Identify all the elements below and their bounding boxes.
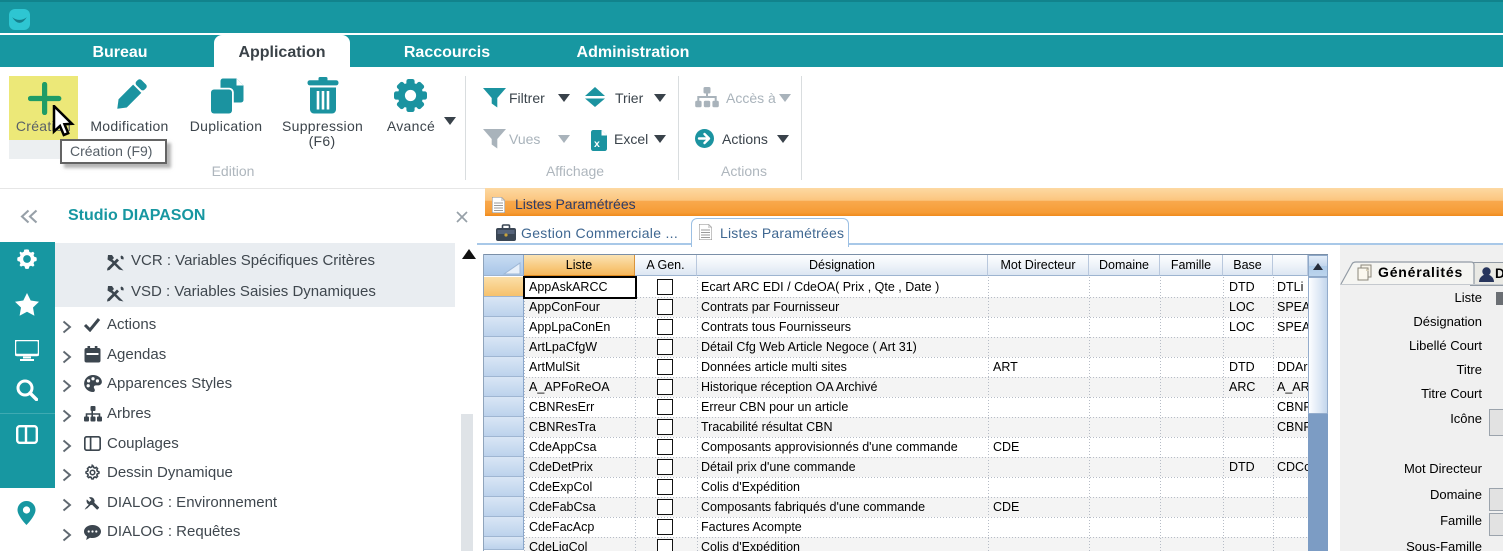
svg-text:x: x [594,138,600,150]
